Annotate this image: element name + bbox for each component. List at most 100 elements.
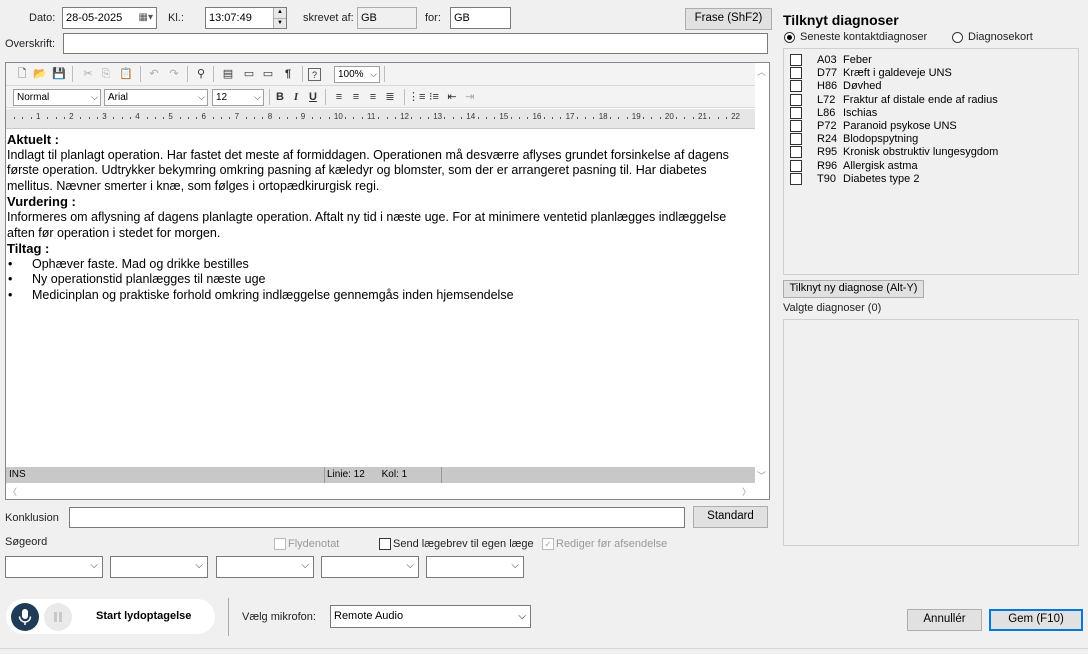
for-field[interactable]: GB	[450, 7, 511, 29]
ruler-tick	[345, 117, 347, 119]
diagnosis-checkbox[interactable]	[790, 54, 802, 66]
zoom-select[interactable]: 100% ⌵	[334, 66, 380, 83]
find-icon[interactable]: ⚲	[193, 66, 209, 82]
send-letter-checkbox[interactable]	[379, 538, 391, 550]
toolbar-divider	[384, 66, 385, 82]
keyword-select-2[interactable]: ⌵	[110, 556, 208, 578]
keyword-select-5[interactable]: ⌵	[426, 556, 524, 578]
diagnosis-checkbox[interactable]	[790, 120, 802, 132]
toolbar-divider	[404, 89, 405, 105]
increase-indent-icon[interactable]: ⇥	[462, 89, 478, 105]
rich-text-editor[interactable]: 🗋 📂 💾 ✂ ⎘ 📋 ↶ ↷ ⚲ ▤ ▭ ▭ ¶ ? 100% ⌵ Normal…	[5, 62, 770, 500]
align-right-icon[interactable]: ≡	[365, 89, 381, 105]
paragraph-marks-icon[interactable]: ¶	[280, 66, 296, 82]
keyword-select-1[interactable]: ⌵	[5, 556, 103, 578]
toolbar-divider	[140, 66, 141, 82]
ruler-tick	[287, 117, 289, 119]
diagnosis-checkbox[interactable]	[790, 159, 802, 172]
diagnosis-name: Paranoid psykose UNS	[843, 120, 957, 132]
for-label: for:	[425, 12, 441, 24]
radio-diagnosis-map[interactable]	[952, 32, 963, 43]
ruler-tick	[427, 117, 429, 119]
ruler-tick	[63, 117, 65, 119]
ruler-tick	[576, 117, 578, 119]
paste-icon[interactable]: 📋	[118, 66, 134, 82]
ruler-tick	[353, 117, 355, 119]
bold-button[interactable]: B	[272, 89, 288, 105]
diagnosis-checkbox[interactable]	[790, 80, 802, 93]
align-justify-icon[interactable]: ≣	[382, 89, 398, 105]
align-center-icon[interactable]: ≡	[348, 89, 364, 105]
diagnosis-checkbox[interactable]	[790, 67, 802, 80]
cancel-button[interactable]: Annullér	[907, 609, 982, 631]
font-size-select[interactable]: 12 ⌵	[212, 89, 264, 106]
decrease-indent-icon[interactable]: ⇤	[444, 89, 460, 105]
page-header-icon[interactable]: ▭	[241, 66, 257, 82]
diagnosis-checkbox[interactable]	[790, 106, 802, 119]
spin-down-icon[interactable]: ▼	[274, 17, 286, 28]
keyword-select-4[interactable]: ⌵	[321, 556, 419, 578]
redo-icon[interactable]: ↷	[166, 66, 182, 82]
style-select[interactable]: Normal ⌵	[13, 89, 101, 106]
heading-field[interactable]	[63, 33, 768, 54]
conclusion-field[interactable]	[69, 507, 685, 528]
diagnosis-checkbox[interactable]	[790, 146, 802, 159]
bullet-list-icon[interactable]: ⁝≡	[426, 89, 442, 105]
open-folder-icon[interactable]: 📂	[32, 66, 48, 82]
edit-before-send-checkbox[interactable]: ✓	[542, 538, 554, 550]
copy-icon[interactable]: ⎘	[98, 66, 114, 82]
standard-button[interactable]: Standard	[693, 506, 768, 528]
written-by-label: skrevet af:	[303, 12, 354, 24]
help-icon[interactable]: ?	[308, 68, 321, 81]
phrase-button[interactable]: Frase (ShF2)	[685, 8, 772, 30]
keyword-select-3[interactable]: ⌵	[216, 556, 314, 578]
microphone-button[interactable]	[11, 603, 39, 631]
numbered-list-icon[interactable]: ⋮≡	[408, 89, 425, 105]
scroll-right-icon[interactable]: 〉	[742, 485, 751, 498]
scroll-up-icon[interactable]: ︿	[757, 65, 766, 78]
diagnosis-code: P72	[817, 120, 837, 132]
insert-table-icon[interactable]: ▤	[220, 66, 236, 82]
date-field[interactable]: 28-05-2025 ▦▾	[62, 7, 157, 29]
ruler-tick	[312, 117, 314, 119]
underline-button[interactable]: U	[305, 89, 321, 105]
start-recording-button[interactable]: Start lydoptagelse	[96, 610, 191, 622]
scroll-down-icon[interactable]: ﹀	[757, 469, 766, 482]
new-document-icon[interactable]: 🗋	[14, 66, 30, 82]
calendar-icon[interactable]: ▦▾	[139, 10, 153, 26]
chevron-down-icon: ⌵	[195, 560, 203, 571]
vertical-scrollbar[interactable]: ︿ ﹀	[755, 63, 769, 485]
align-left-icon[interactable]: ≡	[331, 89, 347, 105]
time-field[interactable]: 13:07:49 ▲ ▼	[205, 7, 287, 29]
spin-up-icon[interactable]: ▲	[274, 8, 286, 18]
note-body[interactable]: Aktuelt : Indlagt til planlagt operation…	[6, 131, 756, 467]
chevron-down-icon: ⌵	[301, 560, 309, 571]
page-footer-icon[interactable]: ▭	[260, 66, 276, 82]
ruler-tick-label: 11	[367, 112, 376, 121]
save-icon[interactable]: 💾	[51, 66, 67, 82]
radio-recent-label[interactable]: Seneste kontaktdiagnoser	[800, 31, 927, 43]
horizontal-scrollbar[interactable]: 〈 〉	[6, 484, 756, 499]
font-select[interactable]: Arial ⌵	[104, 89, 208, 106]
flydenotat-checkbox[interactable]	[274, 538, 286, 550]
diagnosis-checkbox[interactable]	[790, 93, 802, 106]
microphone-select[interactable]: Remote Audio ⌵	[330, 605, 531, 628]
diagnosis-checkbox[interactable]	[790, 172, 802, 185]
pause-button[interactable]	[44, 603, 72, 631]
send-letter-label[interactable]: Send lægebrev til egen læge	[393, 538, 534, 550]
scroll-left-icon[interactable]: 〈	[8, 485, 17, 498]
add-diagnosis-button[interactable]: Tilknyt ny diagnose (Alt-Y)	[783, 280, 924, 298]
save-button[interactable]: Gem (F10)	[989, 609, 1083, 631]
diagnoses-title: Tilknyt diagnoser	[783, 12, 899, 28]
ruler[interactable]: 1 2 3 4 5 6 7 8 9 10 11 12 13 14 15 16 17 18 19 20 21 22	[6, 109, 756, 129]
radio-recent[interactable]	[784, 32, 795, 43]
diagnosis-checkbox[interactable]	[790, 133, 802, 146]
diagnosis-name: Feber	[843, 54, 872, 66]
cut-icon[interactable]: ✂	[80, 66, 96, 82]
time-spinner[interactable]: ▲ ▼	[273, 8, 286, 28]
ruler-tick	[386, 117, 388, 119]
selected-diagnoses-list	[783, 319, 1079, 546]
radio-map-label[interactable]: Diagnosekort	[968, 31, 1033, 43]
italic-button[interactable]: I	[288, 89, 304, 105]
undo-icon[interactable]: ↶	[146, 66, 162, 82]
